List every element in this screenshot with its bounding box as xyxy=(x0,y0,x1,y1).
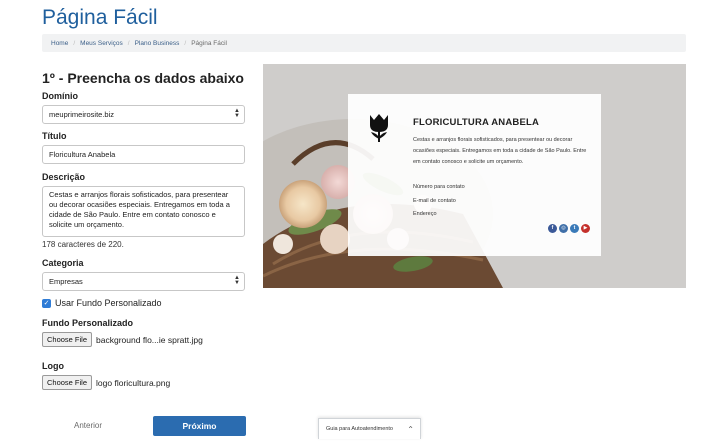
self-service-guide-tab[interactable]: Guia para Autoatendimento ⌃ xyxy=(318,418,421,439)
preview-description: Cestas e arranjos florais sofisticados, … xyxy=(413,137,587,165)
logo-file-row: Choose File logo floricultura.png xyxy=(42,375,246,390)
custom-background-checkbox[interactable]: ✓ xyxy=(42,298,51,308)
custom-background-label: Fundo Personalizado xyxy=(42,318,134,328)
custom-background-file-row: Choose File background flo...ie spratt.j… xyxy=(42,332,246,347)
custom-background-option[interactable]: ✓ Usar Fundo Personalizado xyxy=(42,298,246,308)
breadcrumb-separator: / xyxy=(184,39,187,47)
title-input-value: Floricultura Anabela xyxy=(49,150,116,159)
site-preview: FLORICULTURA ANABELA Cestas e arranjos f… xyxy=(263,64,686,288)
logo-choose-file-button[interactable]: Choose File xyxy=(42,375,93,390)
character-counter: 178 caracteres de 220. xyxy=(42,240,124,249)
breadcrumb: Home / Meus Serviços / Plano Business / … xyxy=(42,34,686,52)
logo-label: Logo xyxy=(42,361,64,371)
preview-phone: Número para contato xyxy=(413,184,465,190)
preview-card: FLORICULTURA ANABELA Cestas e arranjos f… xyxy=(348,94,601,256)
select-caret-icon: ▲ ▼ xyxy=(234,275,240,286)
step-title: 1º - Preencha os dados abaixo xyxy=(42,70,244,86)
page-title: Página Fácil xyxy=(42,6,158,29)
youtube-icon[interactable]: ▶ xyxy=(581,224,590,233)
chevron-up-icon: ⌃ xyxy=(407,425,414,434)
select-caret-icon: ▲ ▼ xyxy=(234,108,240,119)
breadcrumb-separator: / xyxy=(127,39,130,47)
category-select[interactable]: Empresas ▲ ▼ xyxy=(42,272,245,291)
domain-label: Domínio xyxy=(42,91,78,101)
custom-background-checkbox-label: Usar Fundo Personalizado xyxy=(55,298,162,308)
preview-address: Endereço xyxy=(413,211,437,217)
site-form: 1º - Preencha os dados abaixo Domínio me… xyxy=(42,70,246,390)
instagram-icon[interactable]: ◎ xyxy=(559,224,568,233)
facebook-icon[interactable]: f xyxy=(548,224,557,233)
breadcrumb-plano-business[interactable]: Plano Business xyxy=(135,40,180,47)
custom-background-choose-file-button[interactable]: Choose File xyxy=(42,332,93,347)
category-select-value: Empresas xyxy=(49,277,83,286)
category-label: Categoria xyxy=(42,258,84,268)
breadcrumb-current: Página Fácil xyxy=(191,39,227,47)
description-label: Descrição xyxy=(42,172,86,182)
domain-select-value: meuprimeirosite.biz xyxy=(49,110,115,119)
custom-background-file-name: background flo...ie spratt.jpg xyxy=(96,334,203,345)
previous-button[interactable]: Anterior xyxy=(74,421,102,430)
description-textarea[interactable]: Cestas e arranjos florais sofisticados, … xyxy=(42,186,245,237)
next-button[interactable]: Próximo xyxy=(153,416,246,436)
breadcrumb-separator: / xyxy=(73,39,76,47)
title-label: Título xyxy=(42,131,67,141)
title-input[interactable]: Floricultura Anabela xyxy=(42,145,245,164)
self-service-guide-label: Guia para Autoatendimento xyxy=(326,426,393,432)
domain-select[interactable]: meuprimeirosite.biz ▲ ▼ xyxy=(42,105,245,124)
breadcrumb-home[interactable]: Home xyxy=(51,40,68,47)
twitter-icon[interactable]: t xyxy=(570,224,579,233)
social-icons: f ◎ t ▶ xyxy=(548,224,590,233)
preview-email: E-mail de contato xyxy=(413,198,456,204)
logo-file-name: logo floricultura.png xyxy=(96,377,171,388)
preview-brand-name: FLORICULTURA ANABELA xyxy=(413,117,540,128)
tulip-logo-icon xyxy=(370,114,388,142)
breadcrumb-meus-servicos[interactable]: Meus Serviços xyxy=(80,40,123,47)
